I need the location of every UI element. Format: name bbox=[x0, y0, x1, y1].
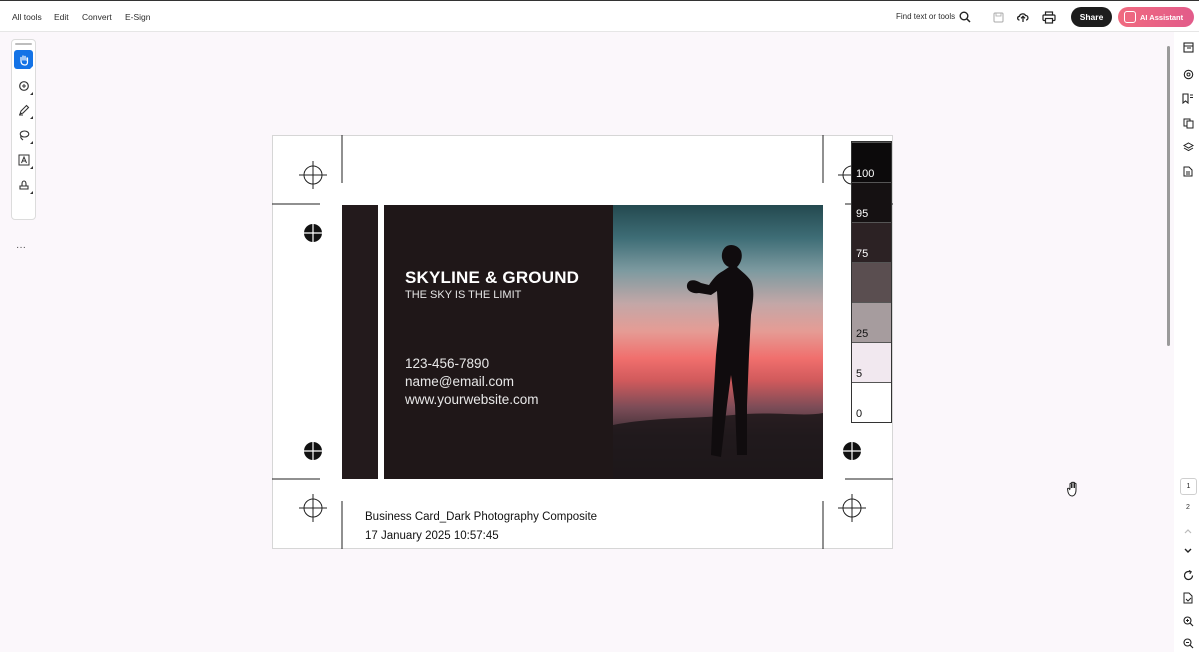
text-box-icon bbox=[18, 154, 29, 165]
organize-pages-icon[interactable] bbox=[1181, 40, 1195, 54]
photographer-silhouette bbox=[613, 245, 823, 479]
swatch-50 bbox=[852, 262, 891, 302]
hand-tool-button[interactable] bbox=[14, 50, 33, 69]
find-tools-label[interactable]: Find text or tools bbox=[896, 12, 955, 21]
search-icon[interactable] bbox=[957, 9, 973, 25]
more-tools-icon[interactable]: ··· bbox=[16, 242, 26, 253]
print-icon[interactable] bbox=[1041, 9, 1057, 25]
rotate-icon[interactable] bbox=[1181, 568, 1195, 582]
swatch-25: 25 bbox=[852, 302, 891, 342]
lasso-tool-button[interactable] bbox=[14, 125, 33, 144]
card-tagline: THE SKY IS THE LIMIT bbox=[405, 289, 522, 301]
draw-tool-button[interactable] bbox=[14, 100, 33, 119]
save-icon[interactable] bbox=[990, 9, 1006, 25]
page-2-indicator[interactable]: 2 bbox=[1186, 504, 1190, 511]
comment-tool-button[interactable] bbox=[14, 76, 33, 95]
registration-mark bbox=[838, 494, 866, 522]
text-tool-button[interactable] bbox=[14, 150, 33, 169]
swatch-95: 95 bbox=[852, 182, 891, 222]
menu-convert[interactable]: Convert bbox=[82, 12, 112, 22]
swatch-75: 75 bbox=[852, 222, 891, 262]
swatch-0: 0 bbox=[852, 382, 891, 422]
registration-mark bbox=[299, 161, 327, 189]
hand-icon bbox=[19, 54, 28, 66]
zoom-in-icon[interactable] bbox=[1181, 614, 1195, 628]
stamp-tool-button[interactable] bbox=[14, 175, 33, 194]
pen-icon bbox=[18, 104, 29, 115]
hand-cursor-icon bbox=[1066, 481, 1077, 497]
doc-caption-timestamp: 17 January 2025 10:57:45 bbox=[365, 530, 499, 542]
swatch-100: 100 bbox=[852, 142, 891, 182]
card-left-stripe bbox=[342, 205, 378, 479]
lasso-icon bbox=[19, 129, 29, 140]
zoom-out-icon[interactable] bbox=[1181, 636, 1195, 650]
vertical-scrollbar[interactable] bbox=[1167, 46, 1170, 346]
ai-assistant-button[interactable]: AI Assistant bbox=[1118, 7, 1194, 27]
card-email: name@email.com bbox=[405, 374, 514, 389]
comments-icon[interactable] bbox=[1181, 67, 1195, 81]
doc-caption-title: Business Card_Dark Photography Composite bbox=[365, 511, 598, 523]
card-text-panel bbox=[384, 205, 614, 479]
chevron-up-icon[interactable] bbox=[1181, 524, 1195, 538]
document-icon[interactable] bbox=[1181, 164, 1195, 178]
upload-cloud-icon[interactable] bbox=[1015, 9, 1031, 25]
menu-all-tools[interactable]: All tools bbox=[12, 12, 42, 22]
stamp-icon bbox=[18, 179, 29, 190]
left-toolbar: ··· bbox=[11, 39, 36, 253]
card-phone: 123-456-7890 bbox=[405, 356, 490, 371]
page-options-icon[interactable] bbox=[1181, 591, 1195, 605]
ai-assistant-icon bbox=[1124, 11, 1136, 23]
ai-assistant-label: AI Assistant bbox=[1140, 12, 1184, 22]
menu-e-sign[interactable]: E-Sign bbox=[125, 12, 151, 22]
share-button[interactable]: Share bbox=[1071, 7, 1112, 27]
toolbar-grip[interactable] bbox=[15, 43, 32, 45]
top-toolbar: All tools Edit Convert E-Sign Find text … bbox=[0, 0, 1199, 32]
swatch-5: 5 bbox=[852, 342, 891, 382]
copy-pages-icon[interactable] bbox=[1181, 116, 1195, 130]
layers-icon[interactable] bbox=[1181, 140, 1195, 154]
menu-edit[interactable]: Edit bbox=[54, 12, 69, 22]
registration-mark bbox=[299, 494, 327, 522]
card-website: www.yourwebsite.com bbox=[405, 392, 539, 407]
card-photo bbox=[613, 205, 823, 479]
bookmark-icon[interactable] bbox=[1181, 91, 1195, 105]
current-page-indicator[interactable]: 1 bbox=[1180, 478, 1197, 495]
chevron-down-icon[interactable] bbox=[1181, 544, 1195, 558]
color-density-bar: 100 95 75 25 5 0 bbox=[851, 141, 892, 423]
comment-icon bbox=[18, 80, 29, 91]
card-brand-name: SKYLINE & GROUND bbox=[405, 268, 580, 287]
